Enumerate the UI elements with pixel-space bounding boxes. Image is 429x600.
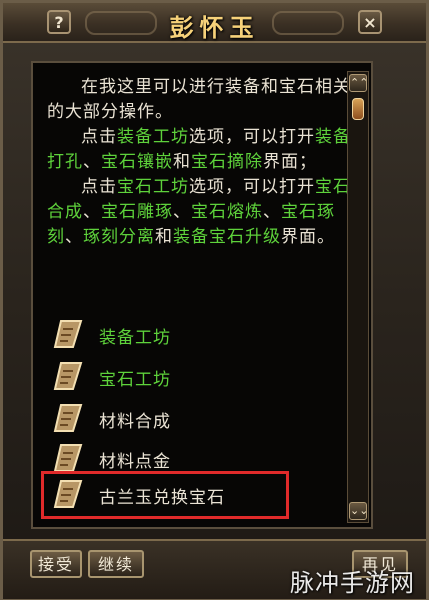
keyword-highlight: 宝石熔炼 — [191, 202, 263, 222]
option-label: 宝石工坊 — [99, 370, 171, 390]
watermark: 脉冲手游网 — [290, 569, 415, 597]
description-paragraph-3: 点击宝石工坊选项，可以打开宝石合成、宝石雕琢、宝石熔炼、宝石琢刻、琢刻分离和装备… — [47, 175, 365, 250]
keyword-highlight: 宝石工坊 — [117, 177, 189, 197]
scroll-icon — [53, 404, 83, 432]
keyword-highlight: 宝石镶嵌 — [101, 152, 173, 172]
keyword-highlight: 装备工坊 — [117, 127, 189, 147]
description-text: 选项，可以打开 — [189, 177, 315, 197]
scroll-down-icon[interactable]: ⌄⌄ — [349, 502, 368, 520]
dialog-content: 在我这里可以进行装备和宝石相关的大部分操作。 点击装备工坊选项，可以打开装备打孔… — [31, 61, 373, 529]
option-label: 材料点金 — [99, 452, 171, 472]
description-text: 界面； — [263, 152, 317, 172]
scroll-icon — [53, 480, 83, 508]
option-gulan-jade-exchange[interactable]: 古兰玉兑换宝石 — [51, 477, 351, 511]
keyword-highlight: 装备宝石升级 — [173, 227, 281, 247]
description-paragraph-2: 点击装备工坊选项，可以打开装备打孔、宝石镶嵌和宝石摘除界面； — [47, 125, 365, 175]
dialog-description: 在我这里可以进行装备和宝石相关的大部分操作。 点击装备工坊选项，可以打开装备打孔… — [47, 75, 365, 250]
close-button[interactable]: × — [358, 10, 382, 34]
scroll-icon — [53, 320, 83, 348]
keyword-highlight: 琢刻分离 — [83, 227, 155, 247]
keyword-highlight: 宝石摘除 — [191, 152, 263, 172]
description-text: 和 — [155, 227, 173, 247]
description-text: 、 — [83, 202, 101, 222]
description-text: 界面。 — [281, 227, 335, 247]
option-label: 古兰玉兑换宝石 — [99, 488, 225, 508]
keyword-highlight: 宝石雕琢 — [101, 202, 173, 222]
title-bar[interactable]: 彭怀玉 ? × — [3, 3, 426, 43]
description-text: 和 — [173, 152, 191, 172]
scroll-icon — [53, 444, 83, 472]
npc-dialog-window: 彭怀玉 ? × 在我这里可以进行装备和宝石相关的大部分操作。 点击装备工坊选项，… — [0, 0, 429, 600]
scroll-thumb[interactable] — [352, 98, 364, 120]
description-text: 、 — [173, 202, 191, 222]
option-gem-workshop[interactable]: 宝石工坊 — [51, 359, 351, 393]
description-paragraph-1: 在我这里可以进行装备和宝石相关的大部分操作。 — [47, 77, 351, 122]
description-text: 、 — [83, 152, 101, 172]
description-text: 、 — [263, 202, 281, 222]
scroll-icon — [53, 362, 83, 390]
option-equipment-workshop[interactable]: 装备工坊 — [51, 317, 351, 351]
option-label: 装备工坊 — [99, 328, 171, 348]
option-label: 材料合成 — [99, 412, 171, 432]
option-material-gilding[interactable]: 材料点金 — [51, 441, 351, 475]
description-text: 、 — [65, 227, 83, 247]
description-text: 点击 — [81, 177, 117, 197]
option-material-synthesis[interactable]: 材料合成 — [51, 401, 351, 435]
continue-button[interactable]: 继续 — [88, 550, 144, 578]
accept-button[interactable]: 接受 — [30, 550, 82, 578]
scrollbar[interactable]: ⌃⌃ ⌄⌄ — [347, 71, 369, 523]
scroll-up-icon[interactable]: ⌃⌃ — [349, 74, 368, 92]
description-text: 点击 — [81, 127, 117, 147]
description-text: 选项，可以打开 — [189, 127, 315, 147]
help-button[interactable]: ? — [47, 10, 71, 34]
